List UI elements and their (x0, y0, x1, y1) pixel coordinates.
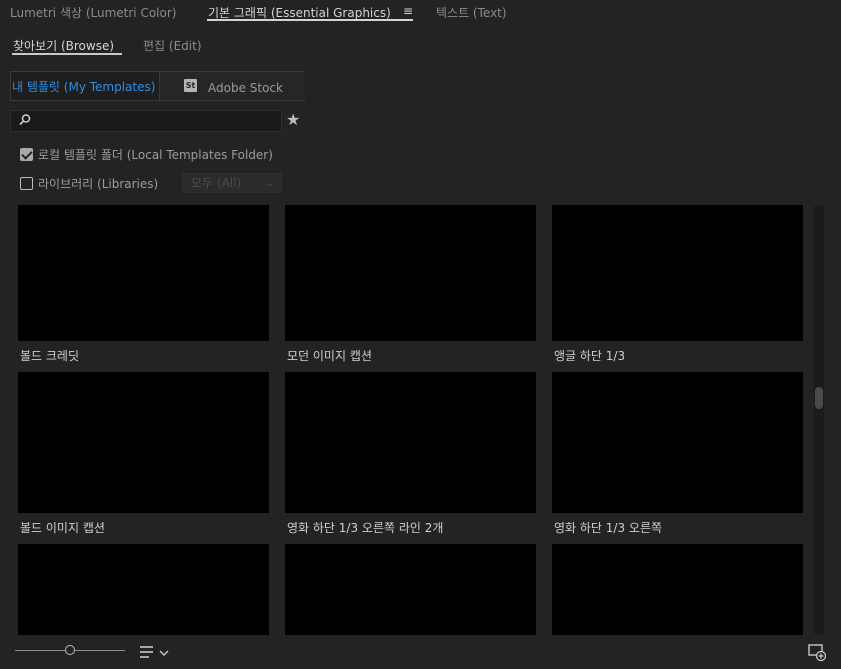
libraries-dropdown-value: 모두 (All) (191, 176, 242, 190)
my-templates-label: 내 템플릿 (My Templates) (12, 79, 156, 94)
hamburger-menu-icon[interactable]: ≡ (403, 4, 413, 18)
thumbnail-size-slider[interactable] (15, 645, 125, 655)
local-templates-label: 로컬 템플릿 폴더 (Local Templates Folder) (38, 148, 273, 162)
template-thumbnail[interactable] (552, 372, 803, 513)
adobe-stock-label: Adobe Stock (208, 81, 283, 95)
libraries-option[interactable]: 라이브러리 (Libraries) (20, 175, 158, 192)
tab-lumetri-color[interactable]: Lumetri 색상 (Lumetri Color) (10, 4, 176, 21)
template-thumbnail[interactable] (285, 205, 536, 341)
new-item-icon[interactable] (807, 642, 827, 662)
list-view-icon[interactable] (139, 644, 173, 660)
template-thumbnail[interactable] (285, 544, 536, 635)
active-tab-indicator (207, 19, 413, 21)
libraries-label: 라이브러리 (Libraries) (38, 177, 159, 191)
template-thumbnail[interactable] (552, 205, 803, 341)
template-grid: 볼드 크레딧 모던 이미지 캡션 앵글 하단 1/3 볼드 이미지 캡션 영화 … (18, 205, 808, 635)
search-input[interactable] (10, 110, 282, 132)
template-thumbnail[interactable] (18, 544, 269, 635)
vertical-scrollbar[interactable] (814, 205, 824, 635)
libraries-checkbox[interactable] (20, 177, 33, 190)
template-thumbnail[interactable] (18, 205, 269, 341)
template-name: 영화 하단 1/3 오른쪽 라인 2개 (287, 521, 444, 535)
scrollbar-thumb[interactable] (815, 387, 823, 409)
chevron-down-icon: ⌄ (265, 178, 274, 189)
tab-text[interactable]: 텍스트 (Text) (436, 4, 507, 21)
tab-edit[interactable]: 편집 (Edit) (143, 37, 202, 54)
template-name: 볼드 크레딧 (20, 349, 80, 363)
local-templates-checkbox[interactable] (20, 148, 33, 161)
template-source-toggle: 내 템플릿 (My Templates) St Adobe Stock (10, 71, 305, 101)
template-thumbnail[interactable] (18, 372, 269, 513)
browse-tab-indicator (12, 53, 122, 55)
panel-tab-bar: Lumetri 색상 (Lumetri Color) 기본 그래픽 (Essen… (0, 0, 841, 24)
adobe-stock-icon: St (184, 79, 197, 92)
local-templates-folder-option[interactable]: 로컬 템플릿 폴더 (Local Templates Folder) (20, 146, 273, 163)
template-name: 영화 하단 1/3 오른쪽 (554, 521, 663, 535)
star-icon[interactable]: ★ (286, 110, 300, 129)
template-name: 볼드 이미지 캡션 (20, 521, 105, 535)
search-icon (19, 114, 31, 126)
libraries-dropdown: 모두 (All) ⌄ (182, 173, 282, 193)
tab-browse[interactable]: 찾아보기 (Browse) (13, 37, 114, 54)
template-name: 앵글 하단 1/3 (554, 349, 626, 363)
template-thumbnail[interactable] (552, 544, 803, 635)
my-templates-button[interactable]: 내 템플릿 (My Templates) (11, 72, 159, 100)
template-name: 모던 이미지 캡션 (287, 349, 372, 363)
slider-handle[interactable] (65, 645, 75, 655)
template-thumbnail[interactable] (285, 372, 536, 513)
